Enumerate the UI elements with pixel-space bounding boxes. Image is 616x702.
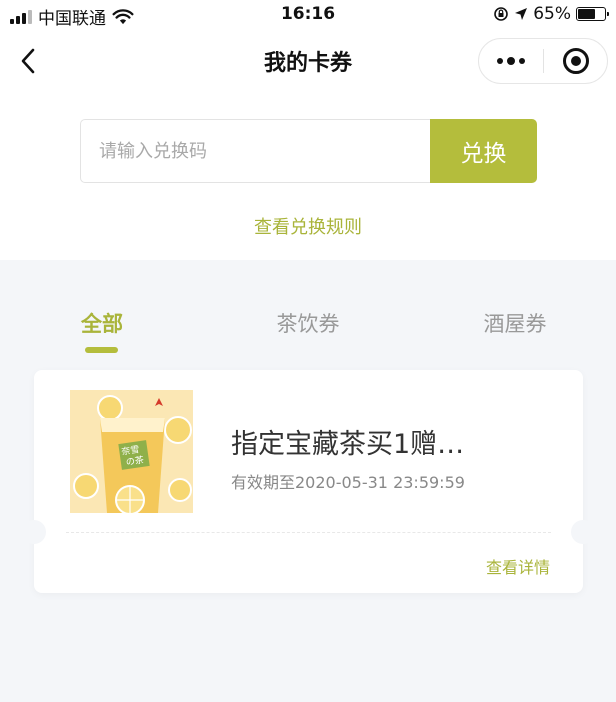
- tab-tea-coupons[interactable]: 茶饮券: [248, 308, 368, 338]
- ticket-notch-right: [571, 520, 595, 544]
- tea-cup-image: 奈雪 の茶: [70, 390, 193, 513]
- battery-icon: [576, 7, 609, 21]
- coupon-card[interactable]: 奈雪 の茶 指定宝藏茶买1赠… 有效期至2020-05-31 23:59:59 …: [22, 370, 595, 593]
- redeem-button[interactable]: 兑换: [430, 119, 537, 183]
- coupon-expiry: 有效期至2020-05-31 23:59:59: [231, 473, 465, 492]
- nav-bar: 我的卡券: [0, 30, 616, 92]
- battery-fill: [578, 9, 595, 19]
- view-redeem-rules-link[interactable]: 查看兑换规则: [0, 213, 616, 239]
- coupon-title: 指定宝藏茶买1赠…: [231, 429, 465, 460]
- mini-program-capsule: [478, 38, 608, 84]
- ticket-notch-left: [22, 520, 46, 544]
- target-circle-icon: [562, 48, 589, 74]
- view-details-link[interactable]: 查看详情: [486, 554, 550, 578]
- battery-percent: 65%: [533, 4, 571, 24]
- active-tab-indicator: [85, 347, 118, 353]
- status-bar: 中国联通 16:16 65%: [0, 0, 616, 30]
- orientation-lock-icon: [494, 7, 509, 21]
- tab-bar-coupons[interactable]: 酒屋券: [455, 308, 575, 338]
- redeem-code-input[interactable]: [80, 119, 432, 183]
- more-dots-icon[interactable]: [479, 39, 543, 83]
- tab-all[interactable]: 全部: [42, 308, 162, 338]
- close-mini-program-button[interactable]: [544, 39, 607, 83]
- location-icon: [515, 8, 528, 20]
- redeem-section: 兑换 查看兑换规则: [0, 92, 616, 260]
- status-right: 65%: [493, 4, 609, 24]
- dashed-divider: [66, 532, 551, 533]
- coupon-thumbnail: 奈雪 の茶: [70, 390, 193, 513]
- coupon-tabs: 全部 茶饮券 酒屋券: [0, 260, 616, 360]
